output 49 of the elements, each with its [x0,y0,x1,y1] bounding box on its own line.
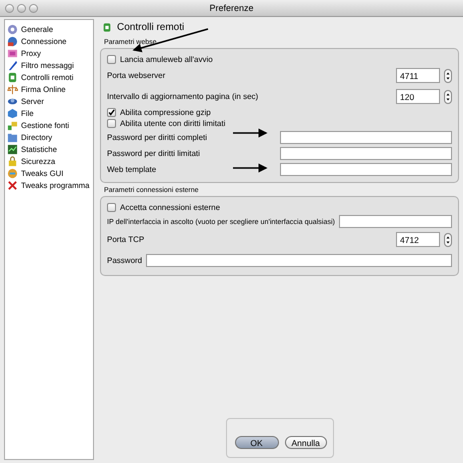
checkbox-label: Lancia amuleweb all'avvio [120,55,213,64]
checkbox[interactable] [107,203,116,212]
text-field[interactable] [338,214,452,228]
annotation-arrow [233,128,268,138]
text-field[interactable] [280,130,452,144]
number-field[interactable]: 4711 [396,68,440,83]
sidebar-icon [7,72,18,82]
text-field[interactable] [280,146,452,160]
sidebar-icon [7,120,18,130]
remote-control-icon [102,22,112,32]
close-button[interactable] [5,4,14,12]
checkbox-label: Accetta connessioni esterne [120,203,220,212]
dialog-button[interactable]: Annulla [284,436,326,449]
text-field[interactable] [280,162,452,176]
sidebar-icon [7,84,18,94]
checkbox[interactable] [107,119,116,128]
stepper-control[interactable] [444,232,452,246]
sidebar-icon [7,48,18,58]
field-label: Web template [107,164,156,174]
number-field[interactable]: 120 [396,89,440,104]
zoom-button[interactable] [29,4,38,12]
checkbox-label: Abilita utente con diritti limitati [120,119,226,128]
field-label: Intervallo di aggiornamento pagina (in sec) [107,92,258,101]
sidebar-icon [7,36,18,46]
dialog-button[interactable]: OK [234,436,278,449]
number-field[interactable]: 4712 [396,232,440,247]
checkbox-label: Abilita compressione gzip [120,108,211,117]
sidebar-icon [7,132,18,142]
stepper-control[interactable] [444,68,452,82]
sidebar-icon [7,144,18,154]
field-label: Porta webserver [107,71,166,80]
minimize-button[interactable] [17,4,26,12]
sidebar-icon [7,24,18,34]
annotation-arrow [233,164,268,172]
text-field[interactable] [146,254,452,266]
sidebar-icon [7,60,18,70]
checkbox[interactable] [107,108,116,117]
field-label: Password per diritti completi [107,132,208,142]
sidebar-icon [7,180,18,190]
field-label: Password [107,256,142,264]
field-label: Porta TCP [107,235,144,244]
sidebar-icon [7,168,18,178]
sidebar-icon [7,156,18,166]
checkbox[interactable] [107,55,116,64]
field-label: Password per diritti limitati [107,148,200,158]
page-title: Controlli remoti [117,22,184,32]
stepper-control[interactable] [444,90,452,104]
sidebar-icon [7,108,18,118]
window-title: Preferenze [209,3,254,13]
